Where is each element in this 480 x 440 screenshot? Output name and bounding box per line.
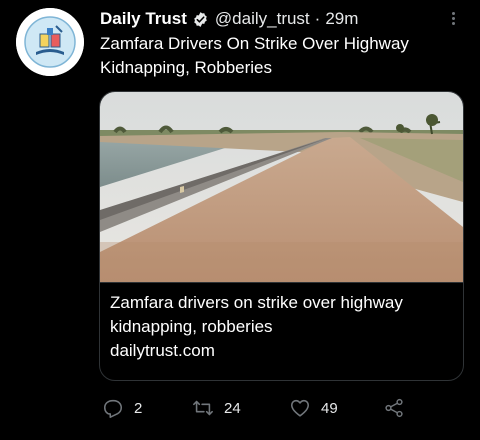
like-count: 49 bbox=[321, 399, 338, 417]
card-title: Zamfara drivers on strike over highway k… bbox=[110, 293, 403, 336]
link-card[interactable]: Zamfara drivers on strike over highway k… bbox=[99, 91, 464, 381]
reply-icon bbox=[103, 399, 123, 418]
like-button[interactable]: 49 bbox=[289, 394, 338, 422]
action-bar: 2 24 49 bbox=[100, 394, 460, 422]
separator-dot: · bbox=[314, 9, 321, 28]
author-name[interactable]: Daily Trust bbox=[100, 9, 187, 29]
author-handle[interactable]: @daily_trust bbox=[215, 9, 310, 29]
avatar[interactable] bbox=[16, 8, 84, 76]
tweet-text: Zamfara Drivers On Strike Over Highway K… bbox=[100, 34, 409, 77]
retweet-icon bbox=[193, 400, 213, 416]
more-vertical-icon[interactable] bbox=[448, 10, 458, 28]
tweet[interactable]: Daily Trust @daily_trust · 29m Zamfara D… bbox=[0, 0, 480, 440]
retweet-count: 24 bbox=[224, 399, 241, 417]
retweet-button[interactable]: 24 bbox=[192, 394, 241, 422]
timestamp[interactable]: 29m bbox=[325, 9, 358, 29]
reply-count: 2 bbox=[134, 399, 143, 417]
daily-trust-logo bbox=[16, 8, 84, 76]
tweet-header: Daily Trust @daily_trust · 29m bbox=[100, 8, 358, 30]
reply-button[interactable]: 2 bbox=[102, 394, 142, 422]
share-button[interactable] bbox=[383, 394, 405, 422]
share-icon bbox=[385, 398, 403, 418]
verified-badge-icon bbox=[192, 11, 209, 28]
card-domain: dailytrust.com bbox=[110, 341, 215, 360]
card-body[interactable]: Zamfara drivers on strike over highway k… bbox=[100, 282, 463, 380]
card-image[interactable] bbox=[100, 92, 463, 282]
like-icon bbox=[290, 399, 310, 417]
